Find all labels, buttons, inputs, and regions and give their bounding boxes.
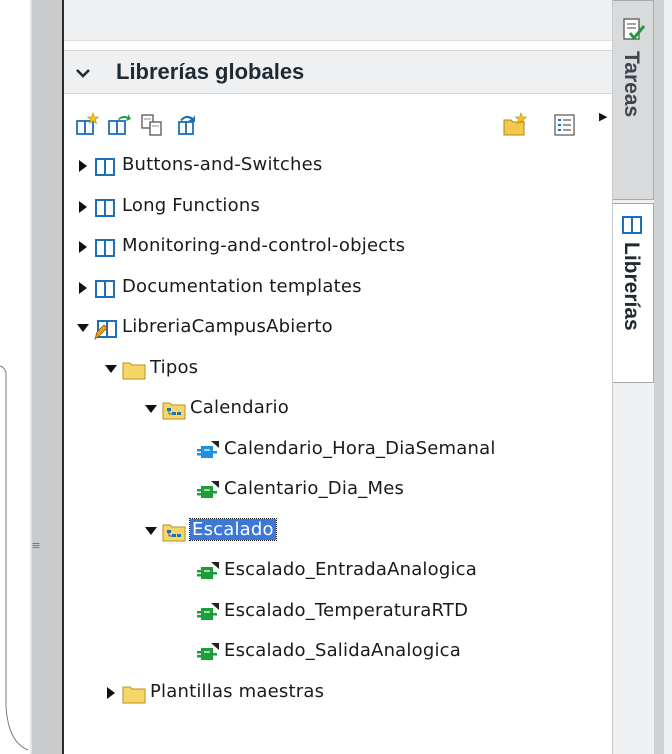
type-folder-icon bbox=[162, 524, 186, 541]
tab-tareas-label: Tareas bbox=[620, 51, 643, 118]
tree-item[interactable]: LibreriaCampusAbierto bbox=[64, 309, 612, 349]
tree-item-label[interactable]: Monitoring-and-control-objects bbox=[122, 235, 405, 256]
tree-item[interactable]: Documentation templates bbox=[64, 269, 612, 309]
update-library-icon[interactable] bbox=[174, 112, 200, 138]
canvas-border-curve bbox=[0, 365, 29, 751]
tree-item-label-selected[interactable]: Escalado bbox=[189, 517, 277, 541]
tree-item-label[interactable]: Escalado_SalidaAnalogica bbox=[224, 640, 461, 661]
expand-right-icon[interactable] bbox=[76, 200, 90, 214]
tree-item-label[interactable]: Calentario_Dia_Mes bbox=[224, 478, 404, 499]
tab-tareas[interactable]: Tareas bbox=[613, 0, 654, 200]
new-library-icon[interactable] bbox=[74, 112, 100, 138]
global-libraries-header[interactable]: Librerías globales bbox=[64, 50, 612, 94]
tree-item-label[interactable]: Documentation templates bbox=[122, 276, 362, 297]
expand-down-icon[interactable] bbox=[144, 402, 158, 416]
tasks-icon bbox=[623, 18, 646, 41]
tree-item[interactable]: Escalado_EntradaAnalogica bbox=[64, 552, 612, 592]
panel-splitter[interactable]: ≡ bbox=[30, 0, 62, 754]
tree-item-label[interactable]: Plantillas maestras bbox=[150, 681, 324, 702]
open-library-icon[interactable] bbox=[106, 112, 132, 138]
tab-librerias[interactable]: Librerías bbox=[613, 203, 654, 383]
tree-item[interactable]: Buttons-and-Switches bbox=[64, 147, 612, 187]
type-folder-icon bbox=[162, 402, 186, 420]
tree-item[interactable]: Plantillas maestras bbox=[64, 674, 612, 714]
tab-librerias-label: Librerías bbox=[620, 242, 643, 331]
library-book-icon bbox=[95, 239, 115, 257]
tree-item[interactable]: Escalado_TemperaturaRTD bbox=[64, 593, 612, 633]
library-book-icon bbox=[95, 198, 115, 217]
section-title: Librerías globales bbox=[116, 59, 305, 84]
tree-item-label[interactable]: Buttons-and-Switches bbox=[122, 154, 323, 175]
expand-right-icon[interactable] bbox=[76, 240, 90, 254]
block-type-green-icon bbox=[197, 643, 219, 660]
folder-icon bbox=[122, 686, 146, 703]
toolbar-overflow-arrow-icon[interactable]: ▶ bbox=[599, 110, 607, 123]
tree-item-label[interactable]: Tipos bbox=[150, 357, 198, 378]
tree-item[interactable]: Escalado_SalidaAnalogica bbox=[64, 633, 612, 673]
tree-item[interactable]: Monitoring-and-control-objects bbox=[64, 228, 612, 268]
splitter-highlight bbox=[30, 0, 32, 754]
panel-top-area bbox=[64, 0, 612, 41]
tree-item[interactable]: Escalado bbox=[64, 512, 612, 552]
splitter-grip-icon[interactable]: ≡ bbox=[31, 540, 41, 551]
expand-right-icon[interactable] bbox=[76, 281, 90, 295]
libraries-toolbar: ▶ bbox=[64, 104, 612, 144]
tree-item[interactable]: Tipos bbox=[64, 350, 612, 390]
libraries-book-icon bbox=[622, 216, 642, 234]
libraries-panel: Librerías globales ▶ Buttons-and-Switche… bbox=[62, 0, 612, 754]
expand-down-icon[interactable] bbox=[144, 524, 158, 538]
block-type-green-icon bbox=[197, 602, 219, 620]
folder-icon bbox=[122, 362, 146, 379]
copy-library-icon[interactable] bbox=[140, 112, 166, 138]
tree-item-label[interactable]: Calendario bbox=[190, 397, 289, 418]
expand-down-icon[interactable] bbox=[76, 321, 90, 335]
details-view-icon[interactable] bbox=[552, 112, 578, 138]
block-type-green-icon bbox=[197, 481, 219, 498]
tree-item[interactable]: Calendario_Hora_DiaSemanal bbox=[64, 431, 612, 471]
tree-item-label[interactable]: Calendario_Hora_DiaSemanal bbox=[224, 438, 496, 459]
tree-item[interactable]: Long Functions bbox=[64, 188, 612, 228]
task-card-strip: Tareas Librerías bbox=[612, 0, 672, 754]
library-book-edit-icon bbox=[94, 320, 117, 341]
expand-right-icon[interactable] bbox=[76, 159, 90, 173]
expand-right-icon[interactable] bbox=[104, 686, 118, 700]
tree-item[interactable]: Calendario bbox=[64, 390, 612, 430]
block-type-blue-icon bbox=[197, 440, 219, 458]
library-book-icon bbox=[95, 158, 115, 176]
tree-item[interactable]: Calentario_Dia_Mes bbox=[64, 471, 612, 511]
block-type-green-icon bbox=[197, 562, 219, 579]
tree-item-label[interactable]: Escalado_TemperaturaRTD bbox=[224, 600, 468, 621]
chevron-down-icon[interactable] bbox=[72, 62, 94, 84]
tree-item-label[interactable]: Escalado_EntradaAnalogica bbox=[224, 559, 477, 580]
editor-canvas-edge bbox=[0, 0, 30, 754]
strip-edge bbox=[654, 0, 664, 754]
tree-item-label[interactable]: Long Functions bbox=[122, 195, 260, 216]
library-book-icon bbox=[95, 279, 115, 298]
expand-down-icon[interactable] bbox=[104, 362, 118, 376]
tree-item-label[interactable]: LibreriaCampusAbierto bbox=[122, 316, 333, 337]
new-folder-icon[interactable] bbox=[502, 112, 528, 138]
